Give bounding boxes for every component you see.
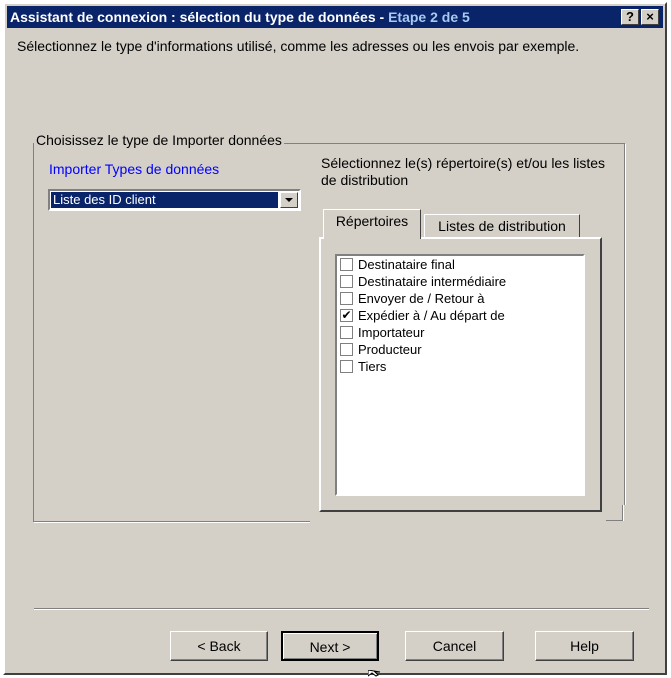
title-main: Assistant de connexion : sélection du ty… <box>10 9 389 25</box>
tab-listes-distribution[interactable]: Listes de distribution <box>424 214 580 238</box>
checkbox[interactable] <box>340 258 353 271</box>
checkbox[interactable] <box>340 343 353 356</box>
chevron-down-icon[interactable] <box>280 192 298 208</box>
cancel-button[interactable]: Cancel <box>405 631 504 661</box>
list-item[interactable]: ✔ Expédier à / Au départ de <box>337 307 583 324</box>
title-step: Etape 2 de 5 <box>388 9 470 25</box>
help-button[interactable]: Help <box>535 631 634 661</box>
list-item[interactable]: Tiers <box>337 358 583 375</box>
list-item-label: Envoyer de / Retour à <box>358 291 485 306</box>
list-item-label: Expédier à / Au départ de <box>358 308 505 323</box>
tab-repertoires[interactable]: Répertoires <box>323 209 421 239</box>
list-item[interactable]: Importateur <box>337 324 583 341</box>
next-button[interactable]: Next > <box>281 631 379 661</box>
list-item[interactable]: Destinataire final <box>337 256 583 273</box>
list-item-label: Tiers <box>358 359 387 374</box>
close-button[interactable]: × <box>641 9 659 25</box>
directories-label: Sélectionnez le(s) répertoire(s) et/ou l… <box>321 155 606 188</box>
list-item[interactable]: Envoyer de / Retour à <box>337 290 583 307</box>
import-types-label: Importer Types de données <box>49 161 220 177</box>
list-item-label: Destinataire intermédiaire <box>358 274 507 289</box>
checkbox[interactable] <box>340 360 353 373</box>
title-bar: Assistant de connexion : sélection du ty… <box>7 6 663 28</box>
groupbox-legend: Choisissez le type de Importer données <box>34 132 284 148</box>
list-item[interactable]: Producteur <box>337 341 583 358</box>
list-item-label: Importateur <box>358 325 425 340</box>
checkbox[interactable] <box>340 275 353 288</box>
import-type-selected: Liste des ID client <box>51 192 278 208</box>
footer-separator-highlight <box>34 609 649 610</box>
groupbox-corner-light <box>623 505 624 521</box>
groupbox-corner-bottom <box>606 520 623 521</box>
list-item-label: Producteur <box>358 342 422 357</box>
intro-text: Sélectionnez le type d'informations util… <box>17 38 580 54</box>
checkbox[interactable]: ✔ <box>340 309 353 322</box>
checkbox[interactable] <box>340 326 353 339</box>
back-button[interactable]: < Back <box>170 631 268 661</box>
import-type-dropdown[interactable]: Liste des ID client <box>48 189 301 211</box>
directory-checklist[interactable]: Destinataire final Destinataire interméd… <box>335 254 585 496</box>
mouse-cursor-icon <box>368 670 381 677</box>
checkbox[interactable] <box>340 292 353 305</box>
help-title-button[interactable]: ? <box>621 9 639 25</box>
list-item-label: Destinataire final <box>358 257 455 272</box>
list-item[interactable]: Destinataire intermédiaire <box>337 273 583 290</box>
window-title: Assistant de connexion : sélection du ty… <box>10 9 470 25</box>
